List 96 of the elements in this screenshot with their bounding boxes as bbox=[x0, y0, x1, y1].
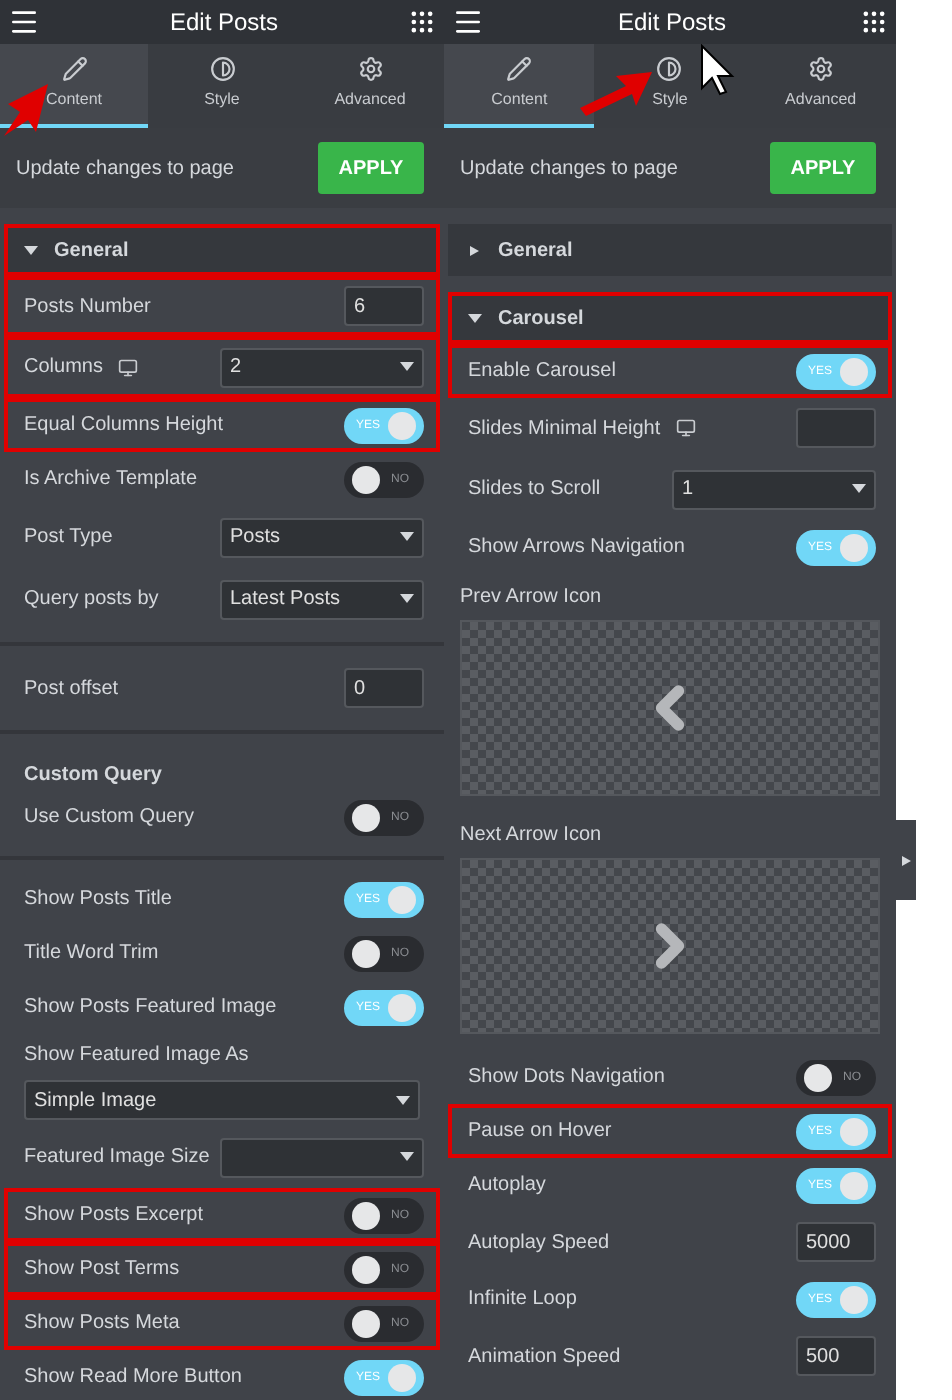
panel-tab[interactable]: Advanced bbox=[745, 44, 896, 128]
number-input[interactable]: 500 bbox=[796, 1336, 876, 1376]
field-label: Title Word Trim bbox=[24, 940, 159, 968]
caret-icon bbox=[400, 1152, 414, 1162]
field-label: Show Posts Featured Image bbox=[24, 994, 277, 1022]
menu-icon[interactable] bbox=[8, 6, 40, 38]
field-label: Show Post Terms bbox=[24, 1256, 180, 1284]
select-value: 1 bbox=[682, 476, 694, 504]
field-label: Custom Query bbox=[24, 762, 162, 790]
field-label: Show Dots Navigation bbox=[468, 1064, 665, 1092]
annotation-arrow-icon bbox=[576, 68, 656, 120]
panel-tab[interactable]: Content bbox=[444, 44, 595, 128]
toggle-knob bbox=[840, 533, 868, 561]
field-label: Infinite Loop bbox=[468, 1286, 577, 1314]
caret-icon bbox=[852, 484, 866, 494]
select-value: Simple Image bbox=[34, 1087, 157, 1115]
field-label: Pause on Hover bbox=[468, 1118, 612, 1146]
caret-icon bbox=[400, 594, 414, 604]
field-label: Posts Number bbox=[24, 293, 151, 321]
contrast-icon bbox=[656, 56, 683, 82]
section-header[interactable]: General bbox=[4, 224, 440, 276]
field-label: Slides to Scroll bbox=[468, 476, 601, 504]
field-label: Slides Minimal Height bbox=[468, 415, 661, 443]
contrast-icon bbox=[209, 56, 235, 82]
panel-title: Edit Posts bbox=[617, 6, 727, 40]
panel-title: Edit Posts bbox=[169, 6, 279, 40]
toggle-knob bbox=[352, 1309, 380, 1337]
field-label: Autoplay bbox=[468, 1172, 546, 1200]
pencil-icon bbox=[61, 56, 87, 82]
pencil-icon bbox=[506, 56, 533, 82]
toggle-knob bbox=[388, 885, 416, 913]
toggle-knob bbox=[388, 993, 416, 1021]
field-label: Show Posts Excerpt bbox=[24, 1202, 203, 1230]
toggle-knob bbox=[352, 1255, 380, 1283]
toggle-knob bbox=[352, 939, 380, 967]
panel-tab[interactable]: Advanced bbox=[296, 44, 444, 128]
grid-icon[interactable] bbox=[860, 8, 888, 36]
select-dropdown[interactable]: Latest Posts bbox=[220, 579, 424, 619]
field-label: Prev Arrow Icon bbox=[460, 584, 604, 612]
field-label: General bbox=[54, 237, 129, 265]
select-dropdown[interactable]: 2 bbox=[220, 347, 424, 387]
toggle-knob bbox=[352, 465, 380, 493]
panel-tab[interactable]: Style bbox=[148, 44, 296, 128]
gear-icon bbox=[357, 56, 383, 82]
select-dropdown[interactable]: Simple Image bbox=[24, 1080, 420, 1120]
field-label: General bbox=[498, 237, 573, 265]
apply-text: Update changes to page bbox=[16, 155, 234, 183]
panel-tab[interactable]: Content bbox=[0, 44, 148, 128]
caret-icon bbox=[400, 532, 414, 542]
caret-icon bbox=[396, 1095, 410, 1105]
number-input[interactable]: 0 bbox=[344, 668, 424, 708]
field-label: Featured Image Size bbox=[24, 1144, 210, 1172]
toggle-knob bbox=[840, 1285, 868, 1313]
field-label: Show Featured Image As bbox=[24, 1041, 249, 1069]
field-label: Carousel bbox=[498, 305, 584, 333]
select-dropdown[interactable]: Posts bbox=[220, 517, 424, 557]
select-value: Latest Posts bbox=[230, 586, 341, 614]
field-label: Post offset bbox=[24, 675, 119, 703]
section-header[interactable]: General bbox=[448, 224, 892, 276]
field-label: Show Read More Button bbox=[24, 1364, 242, 1392]
field-label: Show Arrows Navigation bbox=[468, 534, 685, 562]
field-label: Query posts by bbox=[24, 586, 159, 614]
select-value: 2 bbox=[230, 354, 242, 382]
select-value: Posts bbox=[230, 524, 281, 552]
number-input[interactable] bbox=[796, 408, 876, 448]
field-label: Post Type bbox=[24, 524, 113, 552]
field-label: Equal Columns Height bbox=[24, 412, 223, 440]
number-input[interactable]: 6 bbox=[344, 286, 424, 326]
toggle-knob bbox=[352, 803, 380, 831]
field-label: Autoplay Speed bbox=[468, 1229, 610, 1257]
caret-icon bbox=[899, 855, 913, 865]
number-input[interactable]: 5000 bbox=[796, 1222, 876, 1262]
gear-icon bbox=[807, 56, 834, 82]
field-label: Show Posts Meta bbox=[24, 1310, 180, 1338]
field-label: Next Arrow Icon bbox=[460, 822, 604, 850]
toggle-knob bbox=[352, 1201, 380, 1229]
section-header[interactable]: Carousel bbox=[448, 292, 892, 344]
toggle-knob bbox=[388, 1363, 416, 1391]
pointer-icon bbox=[700, 44, 740, 96]
menu-icon[interactable] bbox=[452, 6, 484, 38]
toggle-knob bbox=[804, 1063, 832, 1091]
field-label: Is Archive Template bbox=[24, 466, 198, 494]
apply-text: Update changes to page bbox=[460, 155, 678, 183]
field-label: Show Posts Title bbox=[24, 886, 172, 914]
collapse-handle[interactable] bbox=[896, 820, 916, 900]
field-label: Columns bbox=[24, 354, 103, 382]
field-label: Enable Carousel bbox=[468, 358, 616, 386]
toggle-knob bbox=[840, 357, 868, 385]
toggle-knob bbox=[388, 411, 416, 439]
field-label: Use Custom Query bbox=[24, 804, 195, 832]
select-dropdown[interactable]: 1 bbox=[672, 469, 876, 509]
toggle-knob bbox=[840, 1171, 868, 1199]
caret-icon bbox=[400, 362, 414, 372]
grid-icon[interactable] bbox=[408, 8, 436, 36]
field-label: Animation Speed bbox=[468, 1343, 621, 1371]
toggle-knob bbox=[840, 1117, 868, 1145]
